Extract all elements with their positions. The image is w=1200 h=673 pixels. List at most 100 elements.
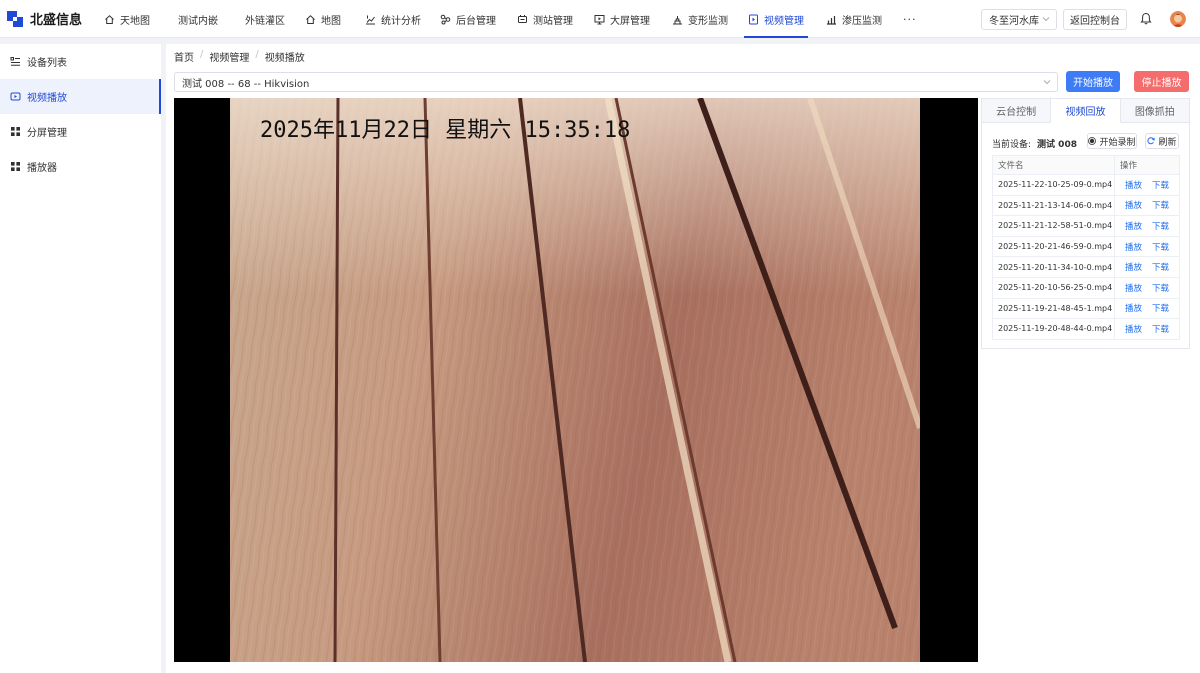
recording-filename: 2025-11-19-20-48-44-0.mp4 (992, 318, 1115, 340)
sidebar-item-1[interactable]: 视频播放 (0, 79, 161, 114)
recording-filename: 2025-11-20-10-56-25-0.mp4 (992, 277, 1115, 299)
recording-actions: 播放 下载 (1113, 236, 1180, 258)
bell-icon[interactable] (1140, 12, 1152, 25)
nav-item-6[interactable]: 测站管理 (517, 0, 573, 38)
refresh-button[interactable]: 刷新 (1145, 133, 1179, 149)
play-recording-link[interactable]: 播放 (1125, 201, 1142, 211)
sidebar-item-2[interactable]: 分屏管理 (0, 114, 161, 149)
video-icon (749, 14, 758, 24)
start-record-label: 开始录制 (1099, 137, 1136, 148)
device-select[interactable]: 测试 008 -- 68 -- Hikvision (174, 72, 1058, 92)
download-recording-link[interactable]: 下载 (1152, 325, 1169, 335)
nav-item-0[interactable]: 天地图 (104, 0, 150, 38)
table-row: 2025-11-21-12-58-51-0.mp4 播放 下载 (992, 215, 1180, 237)
panel-tab-1[interactable]: 视频回放 (1051, 99, 1121, 123)
download-recording-link[interactable]: 下载 (1152, 181, 1169, 191)
nav-item-label: 视频管理 (764, 15, 804, 27)
chevron-down-icon (1042, 17, 1050, 22)
main-content: 首页 / 视频管理 / 视频播放 测试 008 -- 68 -- Hikvision 开… (166, 44, 1200, 673)
download-recording-link[interactable]: 下载 (1152, 243, 1169, 253)
back-to-console-button[interactable]: 返回控制台 (1063, 9, 1127, 30)
play-recording-link[interactable]: 播放 (1125, 304, 1142, 314)
download-recording-link[interactable]: 下载 (1152, 222, 1169, 232)
top-navbar: 北盛信息 天地图 测试内嵌 外链灌区 地图 统计分析 后台管理 测站管理 大屏管理 变形监测 视频… (0, 0, 1200, 38)
reservoir-select-value: 冬至河水库 (989, 16, 1039, 27)
record-icon (1088, 137, 1097, 145)
breadcrumb-item-1[interactable]: 视频管理 (209, 49, 249, 64)
play-recording-link[interactable]: 播放 (1125, 222, 1142, 232)
sidebar-item-label: 视频播放 (27, 93, 67, 104)
nav-item-4[interactable]: 统计分析 (365, 0, 421, 38)
nav-item-8[interactable]: 变形监测 (672, 0, 728, 38)
chart-icon (366, 15, 375, 24)
download-recording-link[interactable]: 下载 (1152, 201, 1169, 211)
nav-item-2[interactable]: 外链灌区 (245, 0, 285, 38)
deform-icon (673, 15, 682, 24)
nav-more-button[interactable]: ··· (903, 0, 917, 38)
reservoir-select[interactable]: 冬至河水库 (981, 9, 1057, 30)
recording-filename: 2025-11-22-10-25-09-0.mp4 (992, 174, 1115, 196)
column-header-filename: 文件名 (992, 155, 1115, 175)
table-header-row: 文件名 操作 (992, 155, 1180, 175)
recording-actions: 播放 下载 (1113, 318, 1180, 340)
nav-item-label: 天地图 (120, 15, 150, 27)
video-player[interactable]: 2025年11月22日 星期六 15:35:18 (174, 98, 978, 662)
play-recording-link[interactable]: 播放 (1125, 263, 1142, 273)
nav-item-7[interactable]: 大屏管理 (594, 0, 650, 38)
user-avatar[interactable] (1170, 11, 1186, 27)
home-icon (306, 14, 315, 24)
recording-actions: 播放 下载 (1113, 298, 1180, 320)
nav-item-3[interactable]: 地图 (305, 0, 341, 38)
nav-item-label: 统计分析 (381, 15, 421, 27)
panel-tab-0[interactable]: 云台控制 (982, 99, 1052, 122)
refresh-label: 刷新 (1158, 137, 1177, 148)
list-icon (10, 57, 20, 66)
current-device-label: 当前设备: (992, 140, 1032, 150)
start-record-button[interactable]: 开始录制 (1087, 133, 1137, 149)
play-recording-link[interactable]: 播放 (1125, 243, 1142, 253)
recording-filename: 2025-11-20-11-34-10-0.mp4 (992, 256, 1115, 278)
avatar-image (1170, 11, 1186, 27)
device-select-value: 测试 008 -- 68 -- Hikvision (182, 78, 310, 90)
refresh-icon (1147, 137, 1156, 145)
play-recording-link[interactable]: 播放 (1125, 181, 1142, 191)
download-recording-link[interactable]: 下载 (1152, 284, 1169, 294)
download-recording-link[interactable]: 下载 (1152, 263, 1169, 273)
download-recording-link[interactable]: 下载 (1152, 304, 1169, 314)
sidebar-item-3[interactable]: 播放器 (0, 149, 161, 184)
panel-tab-2[interactable]: 图像抓拍 (1121, 99, 1189, 122)
sidebar-item-0[interactable]: 设备列表 (0, 44, 161, 79)
play-video-icon (10, 92, 21, 101)
recording-actions: 播放 下载 (1113, 256, 1180, 278)
grid-icon (11, 127, 20, 136)
recording-table: 文件名 操作 2025-11-22-10-25-09-0.mp4 播放 下载 2025… (992, 155, 1180, 340)
nav-item-1[interactable]: 测试内嵌 (178, 0, 218, 38)
nav-item-label: 测试内嵌 (178, 15, 218, 27)
brand-logo-icon (6, 9, 24, 28)
grid-icon (11, 162, 20, 171)
start-playback-button[interactable]: 开始播放 (1066, 71, 1120, 92)
recording-filename: 2025-11-21-13-14-06-0.mp4 (992, 195, 1115, 217)
table-row: 2025-11-19-20-48-44-0.mp4 播放 下载 (992, 318, 1180, 340)
panel-tabs: 云台控制 视频回放 图像抓拍 (982, 99, 1189, 123)
brand-logo[interactable]: 北盛信息 (0, 0, 92, 38)
table-row: 2025-11-19-21-48-45-1.mp4 播放 下载 (992, 298, 1180, 320)
nav-item-9[interactable]: 视频管理 (744, 0, 808, 38)
sidebar-item-label: 设备列表 (27, 58, 67, 69)
table-row: 2025-11-20-11-34-10-0.mp4 播放 下载 (992, 256, 1180, 278)
sidebar: 设备列表视频播放分屏管理 播放器 (0, 44, 161, 673)
video-frame-image (230, 98, 920, 662)
breadcrumb-item-0[interactable]: 首页 (174, 49, 194, 64)
stop-playback-button[interactable]: 停止播放 (1134, 71, 1189, 92)
pressure-icon (827, 15, 836, 25)
nodes-icon (440, 14, 451, 24)
playback-panel: 云台控制 视频回放 图像抓拍 当前设备: 测试 008 开始录制 刷新 文件名 操作 … (981, 98, 1190, 349)
recording-actions: 播放 下载 (1113, 195, 1180, 217)
play-recording-link[interactable]: 播放 (1125, 284, 1142, 294)
play-recording-link[interactable]: 播放 (1125, 325, 1142, 335)
nav-item-10[interactable]: 渗压监测 (826, 0, 882, 38)
nav-item-5[interactable]: 后台管理 (440, 0, 496, 38)
nav-item-label: 地图 (321, 15, 341, 27)
home-icon (105, 14, 114, 24)
nav-item-label: 测站管理 (533, 15, 573, 27)
